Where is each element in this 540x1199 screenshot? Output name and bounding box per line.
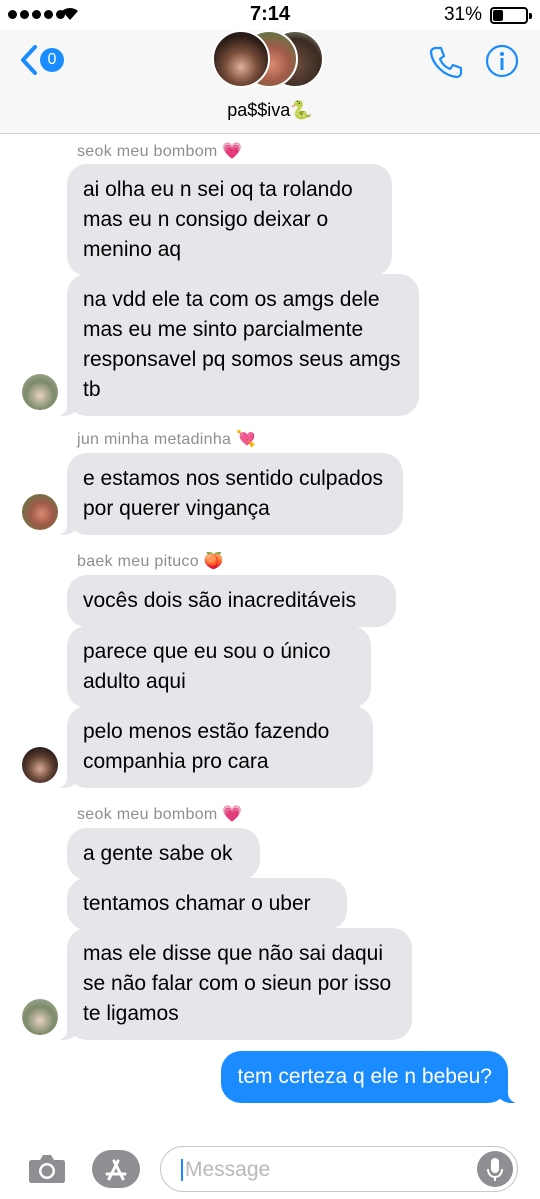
- microphone-button[interactable]: [477, 1151, 513, 1187]
- app-store-button[interactable]: [92, 1150, 140, 1188]
- avatar[interactable]: [22, 747, 58, 783]
- app-store-icon: [105, 1159, 127, 1181]
- incoming-message[interactable]: parece que eu sou o único adulto aqui: [67, 626, 371, 708]
- text-cursor: [181, 1159, 183, 1181]
- avatar[interactable]: [22, 494, 58, 530]
- conversation-header: 0 pa$$iva🐍: [0, 30, 540, 134]
- phone-icon[interactable]: [428, 44, 464, 80]
- avatar: [212, 30, 270, 88]
- message-placeholder: Message: [185, 1158, 271, 1181]
- unread-count-badge: 0: [40, 48, 64, 72]
- incoming-message[interactable]: tentamos chamar o uber: [67, 878, 347, 930]
- outgoing-message[interactable]: tem certeza q ele n bebeu?: [221, 1051, 518, 1103]
- microphone-icon: [487, 1158, 503, 1181]
- battery-icon: [490, 7, 532, 24]
- incoming-message[interactable]: pelo menos estão fazendo companhia pro c…: [57, 706, 373, 788]
- battery-percent: 31%: [443, 4, 482, 25]
- incoming-message[interactable]: na vdd ele ta com os amgs dele mas eu me…: [57, 274, 419, 416]
- chevron-left-icon: [21, 45, 37, 75]
- sender-name: seok meu bombom 💗: [77, 143, 243, 160]
- incoming-message[interactable]: vocês dois são inacreditáveis: [67, 575, 396, 627]
- back-button[interactable]: 0: [20, 44, 64, 76]
- sender-name: baek meu pituco 🍑: [77, 553, 224, 570]
- group-avatars[interactable]: [212, 30, 332, 90]
- status-bar: 7:14 31%: [0, 0, 540, 30]
- incoming-message[interactable]: a gente sabe ok: [67, 828, 260, 880]
- conversation-title[interactable]: pa$$iva🐍: [0, 100, 540, 121]
- sender-name: jun minha metadinha 💘: [77, 431, 257, 448]
- incoming-message[interactable]: mas ele disse que não sai daqui se não f…: [57, 928, 412, 1040]
- sender-name: seok meu bombom 💗: [77, 806, 243, 823]
- incoming-message[interactable]: e estamos nos sentido culpados por quere…: [57, 453, 403, 535]
- avatar[interactable]: [22, 999, 58, 1035]
- avatar[interactable]: [22, 374, 58, 410]
- info-icon[interactable]: [485, 44, 519, 78]
- incoming-message[interactable]: ai olha eu n sei oq ta rolando mas eu n …: [67, 164, 392, 276]
- message-composer: Message: [0, 1140, 540, 1199]
- camera-icon[interactable]: [28, 1152, 66, 1184]
- message-input[interactable]: Message: [160, 1146, 518, 1192]
